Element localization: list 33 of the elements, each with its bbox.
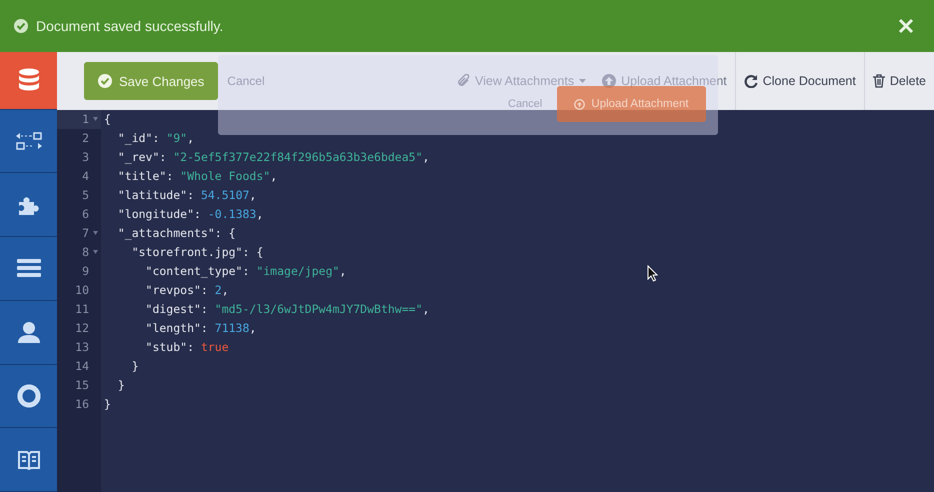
- code-line: }: [132, 358, 139, 375]
- code-line: "content_type": "image/jpeg",: [146, 263, 346, 280]
- code-line: "length": 71138,: [146, 320, 256, 337]
- line-number: 10: [75, 283, 89, 297]
- line-number: 8: [82, 245, 89, 259]
- banner-message: Document saved successfully.: [36, 18, 224, 34]
- line-number: 3: [82, 150, 89, 164]
- line-number: 6: [82, 207, 89, 221]
- line-number: 2: [82, 131, 89, 145]
- code-line: "latitude": 54.5107,: [118, 187, 256, 204]
- code-line: "_rev": "2-5ef5f377e22f84f296b5a63b3e6bdea5",: [118, 149, 430, 166]
- code-line: }: [104, 396, 111, 413]
- line-number: 13: [75, 340, 89, 354]
- code-line: "digest": "md5-/l3/6wJtDPw4mJY7DwBthw==",: [146, 301, 430, 318]
- line-number: 12: [75, 321, 89, 335]
- line-number: 7: [82, 226, 89, 240]
- line-number: 15: [75, 378, 89, 392]
- code-line: {: [104, 111, 111, 128]
- line-number: 5: [82, 188, 89, 202]
- line-number: 14: [75, 359, 89, 373]
- line-number: 11: [75, 302, 89, 316]
- code-line: }: [118, 377, 125, 394]
- line-number: 4: [82, 169, 89, 183]
- code-line: "_id": "9",: [118, 130, 194, 147]
- line-number: 16: [75, 397, 89, 411]
- code-line: "title": "Whole Foods",: [118, 168, 278, 185]
- code-line: "revpos": 2,: [146, 282, 229, 299]
- code-line: "storefront.jpg": {: [132, 244, 264, 261]
- code-line: "longitude": -0.1383,: [118, 206, 264, 223]
- line-number: 1: [82, 112, 89, 126]
- line-number: 9: [82, 264, 89, 278]
- code-line: "stub": true: [146, 339, 229, 356]
- code-line: "_attachments": {: [118, 225, 236, 242]
